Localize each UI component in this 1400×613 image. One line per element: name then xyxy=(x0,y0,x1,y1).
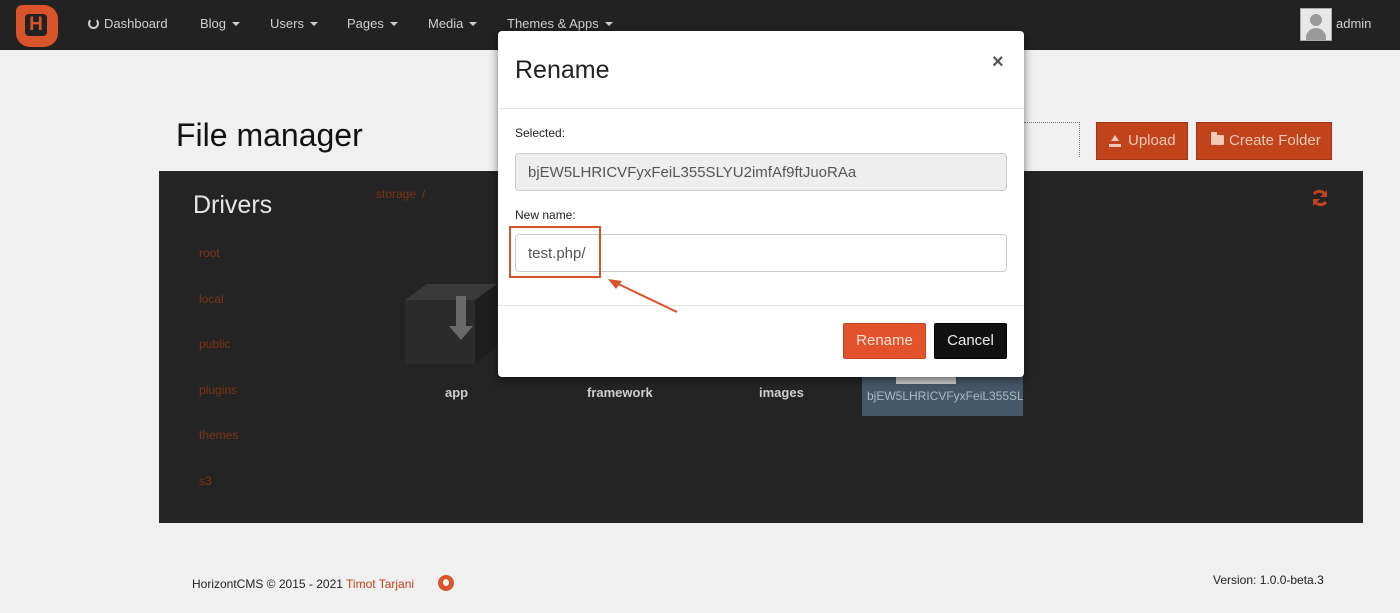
footer-version: Version: 1.0.0-beta.3 xyxy=(1213,573,1324,587)
nav-users-label: Users xyxy=(270,16,304,31)
chevron-down-icon xyxy=(469,22,478,26)
create-folder-button[interactable]: Create Folder xyxy=(1196,122,1332,160)
annotation-arrow xyxy=(608,279,678,313)
nav-pages-label: Pages xyxy=(347,16,384,31)
chevron-down-icon xyxy=(309,22,318,26)
avatar[interactable] xyxy=(1300,8,1332,41)
nav-dashboard[interactable]: Dashboard xyxy=(88,16,168,31)
rename-button[interactable]: Rename xyxy=(843,323,926,359)
driver-s3[interactable]: s3 xyxy=(199,474,212,488)
page-title: File manager xyxy=(176,117,363,153)
annotation-highlight-box xyxy=(509,226,601,278)
breadcrumb-storage[interactable]: storage xyxy=(376,187,416,201)
breadcrumb: storage / xyxy=(376,187,425,201)
nav-users[interactable]: Users xyxy=(270,16,318,31)
nav-themes-apps-label: Themes & Apps xyxy=(507,16,599,31)
modal-header-divider xyxy=(498,108,1024,109)
chevron-down-icon xyxy=(232,22,241,26)
nav-blog-label: Blog xyxy=(200,16,227,31)
nav-media[interactable]: Media xyxy=(428,16,478,31)
selected-file-name: bjEW5LHRICVFyxFeiL355SLYU2imfAf9ftJuoRAa xyxy=(867,389,1023,403)
nav-pages[interactable]: Pages xyxy=(347,16,398,31)
footer-author-link[interactable]: Timot Tarjani xyxy=(346,577,414,591)
horizontcms-logo[interactable]: H xyxy=(16,5,58,47)
new-name-label: New name: xyxy=(515,208,576,222)
nav-media-label: Media xyxy=(428,16,464,31)
breadcrumb-separator: / xyxy=(422,187,426,201)
driver-root[interactable]: root xyxy=(199,246,220,260)
drivers-heading: Drivers xyxy=(193,191,273,219)
nav-themes-apps[interactable]: Themes & Apps xyxy=(507,16,613,31)
github-icon[interactable] xyxy=(438,575,454,591)
refresh-icon[interactable] xyxy=(1310,188,1330,208)
nav-blog[interactable]: Blog xyxy=(200,16,241,31)
download-folder-icon[interactable] xyxy=(403,278,499,366)
driver-public[interactable]: public xyxy=(199,337,230,351)
rename-modal: Rename × Selected: New name: Rename Canc… xyxy=(498,31,1024,377)
file-item-images[interactable]: images xyxy=(759,385,804,400)
nav-dashboard-label: Dashboard xyxy=(104,16,168,31)
file-item-selected[interactable]: bjEW5LHRICVFyxFeiL355SLYU2imfAf9ftJuoRAa xyxy=(862,376,1023,416)
chevron-down-icon xyxy=(389,22,398,26)
selected-field xyxy=(515,153,1007,191)
driver-local[interactable]: local xyxy=(199,292,224,306)
dashboard-icon xyxy=(88,18,99,29)
file-item-framework[interactable]: framework xyxy=(587,385,653,400)
upload-icon xyxy=(1109,135,1121,147)
modal-footer-divider xyxy=(498,305,1024,306)
footer-copyright: HorizontCMS © 2015 - 2021 Timot Tarjani xyxy=(192,577,414,591)
file-thumbnail xyxy=(896,376,956,384)
logo-h-icon: H xyxy=(25,14,47,36)
create-folder-button-label: Create Folder xyxy=(1229,132,1321,149)
upload-button[interactable]: Upload xyxy=(1096,122,1188,160)
modal-title: Rename xyxy=(515,56,610,84)
folder-icon xyxy=(1211,132,1224,145)
cancel-button[interactable]: Cancel xyxy=(934,323,1007,359)
selected-label: Selected: xyxy=(515,126,566,140)
upload-button-label: Upload xyxy=(1128,132,1176,149)
close-icon[interactable]: × xyxy=(992,51,1004,74)
chevron-down-icon xyxy=(604,22,613,26)
user-menu[interactable]: admin xyxy=(1336,16,1371,31)
dropzone-outline xyxy=(1024,122,1080,157)
file-item-app[interactable]: app xyxy=(445,385,468,400)
driver-themes[interactable]: themes xyxy=(199,428,238,442)
footer-copyright-text: HorizontCMS © 2015 - 2021 xyxy=(192,577,343,591)
driver-plugins[interactable]: plugins xyxy=(199,383,237,397)
